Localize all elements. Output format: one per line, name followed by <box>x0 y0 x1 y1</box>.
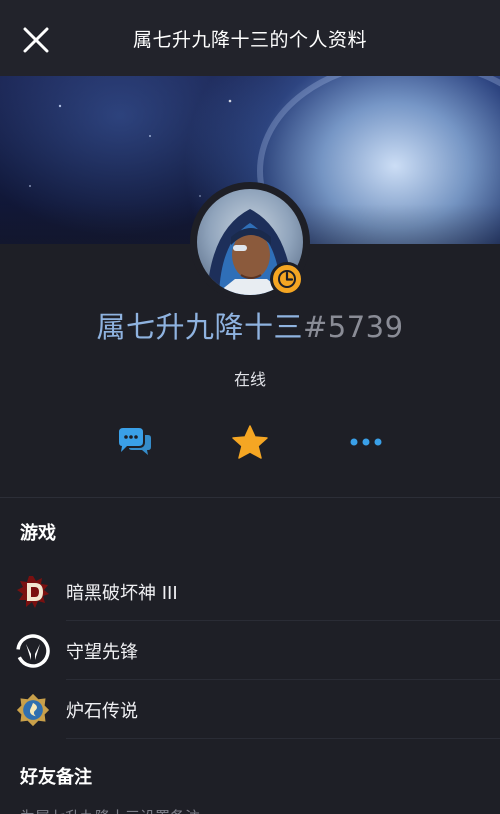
close-icon <box>23 27 49 53</box>
favorite-button[interactable] <box>220 420 280 464</box>
close-button[interactable] <box>18 22 54 58</box>
game-label: 炉石传说 <box>66 701 138 722</box>
game-item-diablo[interactable]: 暗黑破坏神 III <box>0 563 500 621</box>
header-bar: 属七升九降十三的个人资料 <box>0 0 500 76</box>
notes-section-title: 好友备注 <box>20 767 92 788</box>
chat-icon <box>119 428 151 455</box>
chat-button[interactable] <box>105 420 165 464</box>
diablo-icon <box>16 575 50 609</box>
overwatch-icon <box>16 634 50 668</box>
page-title: 属七升九降十三的个人资料 <box>132 28 367 51</box>
avatar-frame <box>190 182 310 302</box>
games-section-title: 游戏 <box>20 523 56 544</box>
star-icon <box>232 425 268 459</box>
friend-note-input[interactable]: 为属七升九降十三设置备注 <box>20 806 200 814</box>
clock-icon <box>270 262 304 296</box>
more-icon <box>350 438 382 446</box>
online-status: 在线 <box>233 370 266 389</box>
hearthstone-icon <box>16 693 50 727</box>
game-label: 暗黑破坏神 III <box>66 583 178 604</box>
action-bar <box>0 420 500 464</box>
row-divider <box>66 679 500 680</box>
row-divider <box>66 620 500 621</box>
profile-tag: #5739 <box>302 310 404 344</box>
more-button[interactable] <box>336 420 396 464</box>
game-item-overwatch[interactable]: 守望先锋 <box>0 622 500 680</box>
section-divider <box>0 497 500 498</box>
game-item-hearthstone[interactable]: 炉石传说 <box>0 681 500 739</box>
battletag: 属七升九降十三#5739 <box>0 304 500 346</box>
game-label: 守望先锋 <box>66 642 138 663</box>
profile-page: 属七升九降十三的个人资料 属七升九降十三#5739 在线 游戏 暗黑破坏神 II… <box>0 0 500 814</box>
profile-name: 属七升九降十三 <box>96 310 303 344</box>
row-divider <box>66 738 500 739</box>
